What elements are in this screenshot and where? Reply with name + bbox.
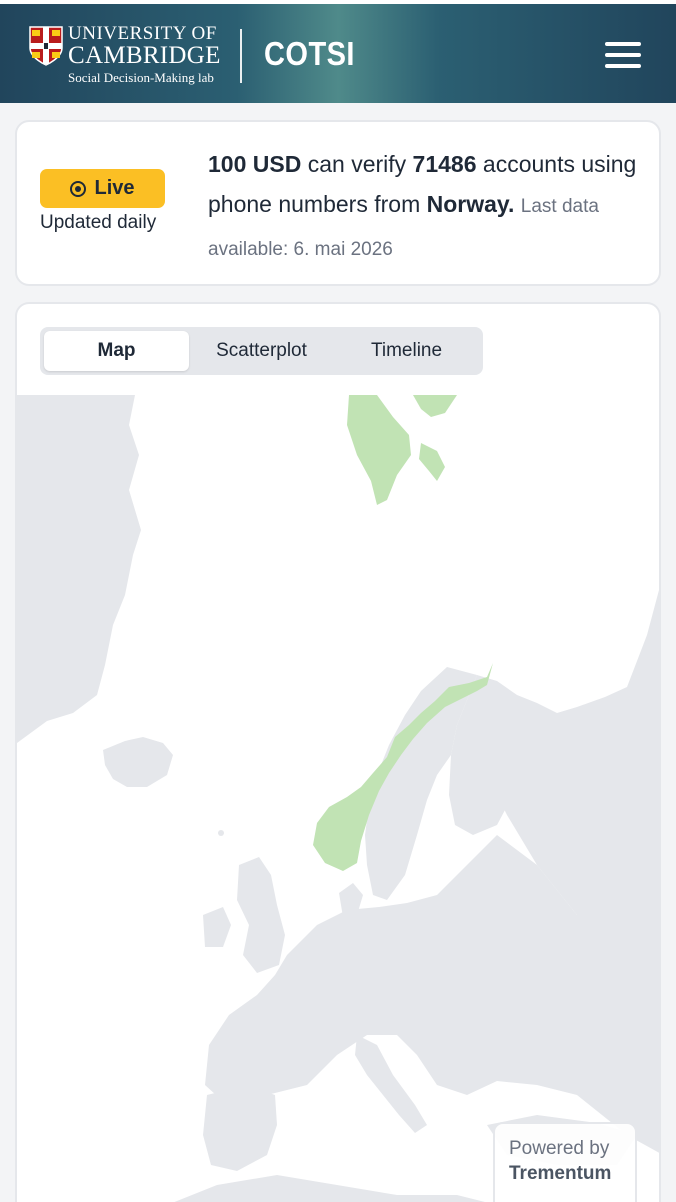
live-badge: Live [40, 169, 165, 208]
visualization-card: Map Scatterplot Timeline Powered by Trem… [15, 302, 661, 1202]
text-accounts: accounts [482, 151, 575, 177]
north-africa-land [174, 1175, 485, 1202]
iceland-land [103, 737, 173, 787]
greenland-land [17, 395, 141, 743]
university-line1: UNIVERSITY OF [68, 23, 217, 44]
hamburger-menu-icon[interactable] [605, 42, 641, 68]
summary-card: Live Updated daily 100 USD can verify 71… [15, 120, 661, 286]
accounts-count: 71486 [412, 151, 477, 177]
map-svg [17, 395, 659, 1202]
university-wordmark[interactable]: UNIVERSITY OF CAMBRIDGE Social Decision-… [68, 24, 221, 84]
site-header: UNIVERSITY OF CAMBRIDGE Social Decision-… [0, 4, 676, 103]
tab-timeline[interactable]: Timeline [334, 331, 479, 371]
header-divider [240, 29, 242, 83]
cambridge-crest-icon [29, 26, 63, 66]
lab-name: Social Decision-Making lab [68, 70, 214, 85]
svalbard-land [347, 395, 411, 505]
iberia-land [203, 1085, 277, 1171]
text-can-verify: can verify [307, 151, 407, 177]
ireland-land [203, 907, 231, 947]
summary-statement: 100 USD can verify 71486 accounts using … [208, 144, 648, 270]
app-title[interactable]: COTSI [264, 35, 355, 73]
powered-by-badge[interactable]: Powered by Trementum [493, 1122, 637, 1202]
uk-land [237, 857, 285, 973]
view-tabs: Map Scatterplot Timeline [40, 327, 483, 375]
svalbard-island [419, 443, 445, 481]
amount: 100 USD [208, 151, 302, 177]
faroe-land [218, 830, 224, 836]
tab-map[interactable]: Map [44, 331, 189, 371]
live-label: Live [94, 177, 135, 199]
europe-map[interactable] [17, 395, 659, 1202]
updated-label: Updated daily [40, 212, 157, 233]
svalbard-land-east [413, 395, 457, 417]
trementum-brand: Trementum [509, 1163, 612, 1184]
university-line2: CAMBRIDGE [68, 42, 221, 69]
country-name: Norway. [426, 191, 515, 217]
radio-dot-icon [70, 180, 87, 197]
powered-by-label: Powered by [509, 1138, 610, 1159]
tab-scatterplot[interactable]: Scatterplot [189, 331, 334, 371]
